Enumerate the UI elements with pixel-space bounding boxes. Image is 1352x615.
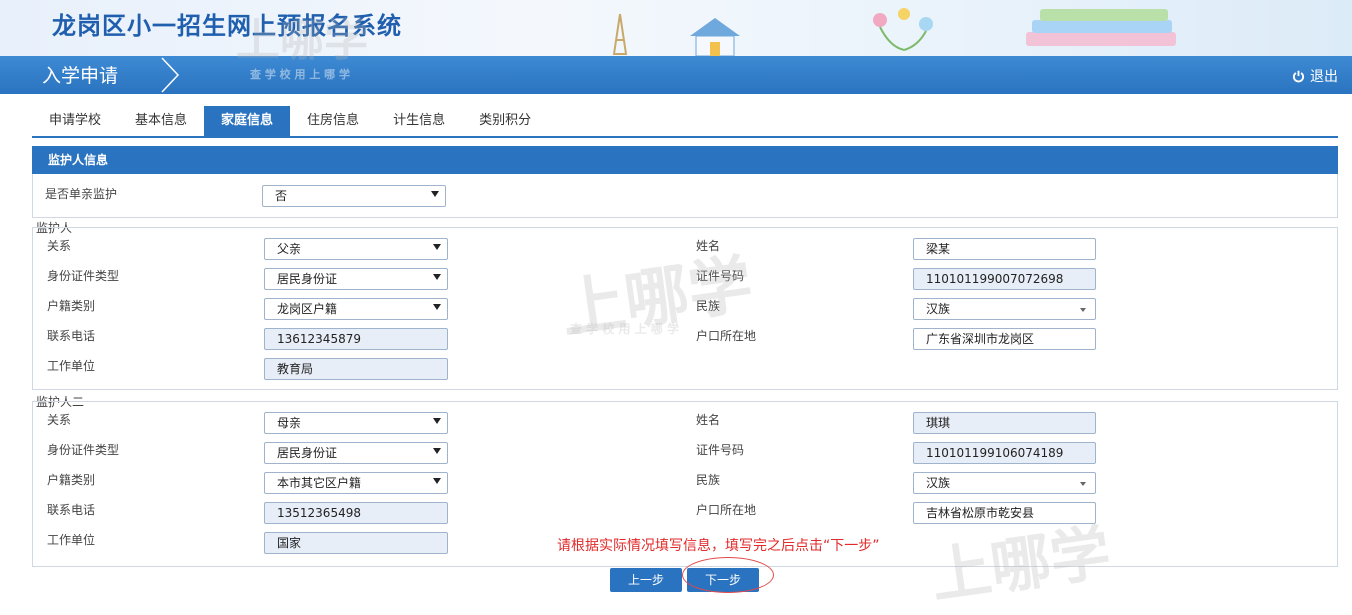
chevron-down-icon (433, 304, 441, 310)
tab-housing-info[interactable]: 住房信息 (290, 106, 376, 136)
tab-category-points[interactable]: 类别积分 (462, 106, 548, 136)
tab-family-planning-info[interactable]: 计生信息 (376, 106, 462, 136)
chevron-right-icon (161, 57, 180, 93)
single-parent-row: 是否单亲监护 否 (32, 174, 1338, 218)
house-decoration (690, 18, 740, 56)
guardian2-hukou-location-label: 户口所在地 (696, 503, 757, 517)
chevron-down-icon (433, 274, 441, 280)
guardian2-relation-select[interactable]: 母亲 (264, 412, 448, 434)
guardian2-ethnic-value: 汉族 (926, 476, 951, 490)
guardian1-phone-input[interactable]: 13612345879 (264, 328, 448, 350)
guardian1-relation-select[interactable]: 父亲 (264, 238, 448, 260)
hint-text: 请根据实际情况填写信息，填写完之后点击“下一步” (557, 538, 880, 554)
guardian1-relation-label: 关系 (47, 239, 72, 253)
guardian2-name-input[interactable]: 琪琪 (913, 412, 1096, 434)
guardian2-hukou-value: 本市其它区户籍 (277, 476, 362, 490)
guardian2-phone-input[interactable]: 13512365498 (264, 502, 448, 524)
guardian2-ethnic-select[interactable]: 汉族 (913, 472, 1096, 494)
guardian1-work-input[interactable]: 教育局 (264, 358, 448, 380)
tab-family-info[interactable]: 家庭信息 (204, 106, 291, 136)
guardian2-ethnic-label: 民族 (696, 473, 721, 487)
guardian1-idno-label: 证件号码 (696, 269, 745, 283)
chevron-down-icon (433, 418, 441, 424)
next-button-highlight-circle (682, 557, 774, 593)
guardian2-idno-label: 证件号码 (696, 443, 745, 457)
guardian1-group: 关系 父亲 身份证件类型 居民身份证 户籍类别 龙岗区户籍 联系电话 13612… (32, 227, 1338, 390)
tab-basic-info[interactable]: 基本信息 (118, 106, 204, 136)
top-nav-bar: 入学申请 退出 (0, 56, 1352, 94)
guardian2-phone-label: 联系电话 (47, 503, 96, 517)
power-icon (1292, 70, 1305, 82)
logout-button[interactable]: 退出 (1292, 66, 1338, 86)
chevron-down-icon (1080, 308, 1086, 312)
guardian2-name-label: 姓名 (696, 413, 721, 427)
flower-decoration (873, 8, 933, 51)
tab-bar: 申请学校 基本信息 家庭信息 住房信息 计生信息 类别积分 (32, 106, 1338, 138)
logout-label: 退出 (1310, 69, 1338, 85)
single-parent-select[interactable]: 否 (262, 185, 446, 207)
guardian1-hukou-value: 龙岗区户籍 (277, 302, 338, 316)
guardian2-relation-label: 关系 (47, 413, 72, 427)
guardian1-ethnic-value: 汉族 (926, 302, 951, 316)
chevron-down-icon (1080, 482, 1086, 486)
chevron-down-icon (433, 478, 441, 484)
guardian2-idno-input[interactable]: 110101199106074189 (913, 442, 1096, 464)
guardian2-idtype-label: 身份证件类型 (47, 443, 120, 457)
guardian2-work-label: 工作单位 (47, 533, 96, 547)
single-parent-value: 否 (275, 189, 288, 203)
system-title: 龙岗区小一招生网上预报名系统 (52, 12, 402, 40)
chevron-down-icon (433, 448, 441, 454)
guardian1-ethnic-select[interactable]: 汉族 (913, 298, 1096, 320)
prev-step-button[interactable]: 上一步 (610, 568, 682, 592)
section-title: 入学申请 (42, 65, 119, 87)
guardian2-hukou-label: 户籍类别 (47, 473, 96, 487)
guardian1-name-label: 姓名 (696, 239, 721, 253)
header-banner: 龙岗区小一招生网上预报名系统 (0, 0, 1352, 56)
guardian-panel-header: 监护人信息 (32, 146, 1338, 174)
guardian2-idtype-value: 居民身份证 (277, 446, 338, 460)
guardian2-relation-value: 母亲 (277, 416, 302, 430)
tab-apply-school[interactable]: 申请学校 (32, 106, 118, 136)
guardian1-relation-value: 父亲 (277, 242, 302, 256)
guardian2-hukou-select[interactable]: 本市其它区户籍 (264, 472, 448, 494)
guardian2-work-input[interactable]: 国家 (264, 532, 448, 554)
guardian1-hukou-location-input[interactable]: 广东省深圳市龙岗区 (913, 328, 1096, 350)
guardian2-idtype-select[interactable]: 居民身份证 (264, 442, 448, 464)
chevron-down-icon (433, 244, 441, 250)
eiffel-tower-decoration (612, 13, 628, 55)
guardian1-hukou-location-label: 户口所在地 (696, 329, 757, 343)
guardian1-idtype-label: 身份证件类型 (47, 269, 120, 283)
single-parent-label: 是否单亲监护 (45, 187, 118, 201)
chevron-down-icon (431, 191, 439, 197)
guardian1-work-label: 工作单位 (47, 359, 96, 373)
guardian1-name-input[interactable]: 梁某 (913, 238, 1096, 260)
guardian1-idtype-select[interactable]: 居民身份证 (264, 268, 448, 290)
guardian1-hukou-label: 户籍类别 (47, 299, 96, 313)
guardian1-idtype-value: 居民身份证 (277, 272, 338, 286)
guardian1-phone-label: 联系电话 (47, 329, 96, 343)
book-stack-decoration (1026, 9, 1176, 46)
guardian1-ethnic-label: 民族 (696, 299, 721, 313)
guardian1-hukou-select[interactable]: 龙岗区户籍 (264, 298, 448, 320)
guardian2-hukou-location-input[interactable]: 吉林省松原市乾安县 (913, 502, 1096, 524)
guardian1-idno-input[interactable]: 110101199007072698 (913, 268, 1096, 290)
